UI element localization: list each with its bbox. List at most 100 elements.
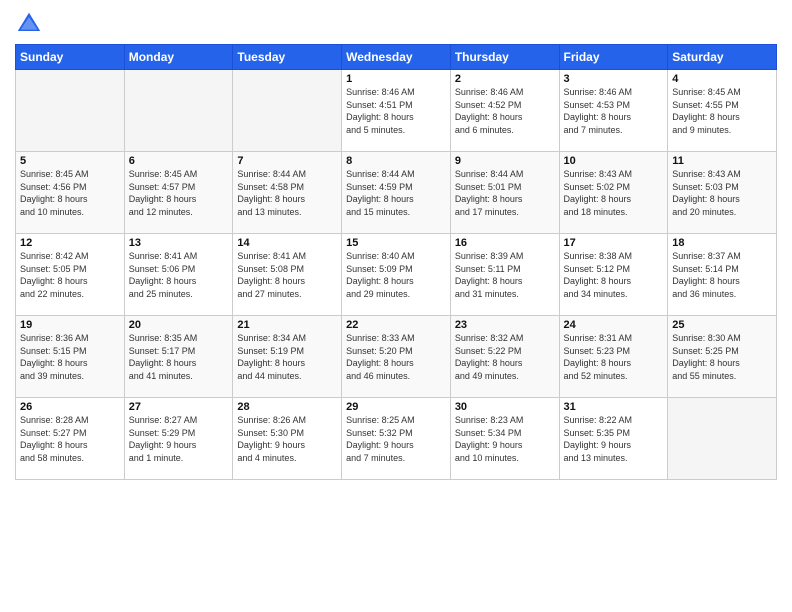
day-info: Sunrise: 8:46 AM Sunset: 4:52 PM Dayligh… <box>455 86 555 136</box>
day-info: Sunrise: 8:46 AM Sunset: 4:51 PM Dayligh… <box>346 86 446 136</box>
weekday-header-wednesday: Wednesday <box>342 45 451 70</box>
day-info: Sunrise: 8:39 AM Sunset: 5:11 PM Dayligh… <box>455 250 555 300</box>
weekday-header-friday: Friday <box>559 45 668 70</box>
day-info: Sunrise: 8:45 AM Sunset: 4:57 PM Dayligh… <box>129 168 229 218</box>
day-info: Sunrise: 8:37 AM Sunset: 5:14 PM Dayligh… <box>672 250 772 300</box>
day-number: 26 <box>20 401 120 413</box>
calendar-cell: 11Sunrise: 8:43 AM Sunset: 5:03 PM Dayli… <box>668 152 777 234</box>
calendar-cell: 22Sunrise: 8:33 AM Sunset: 5:20 PM Dayli… <box>342 316 451 398</box>
weekday-header-monday: Monday <box>124 45 233 70</box>
day-info: Sunrise: 8:45 AM Sunset: 4:55 PM Dayligh… <box>672 86 772 136</box>
day-number: 31 <box>564 401 664 413</box>
week-row-3: 12Sunrise: 8:42 AM Sunset: 5:05 PM Dayli… <box>16 234 777 316</box>
logo-icon <box>15 10 43 38</box>
logo <box>15 10 47 38</box>
day-info: Sunrise: 8:28 AM Sunset: 5:27 PM Dayligh… <box>20 414 120 464</box>
calendar-cell: 9Sunrise: 8:44 AM Sunset: 5:01 PM Daylig… <box>450 152 559 234</box>
calendar-cell: 29Sunrise: 8:25 AM Sunset: 5:32 PM Dayli… <box>342 398 451 480</box>
calendar-cell: 27Sunrise: 8:27 AM Sunset: 5:29 PM Dayli… <box>124 398 233 480</box>
weekday-header-saturday: Saturday <box>668 45 777 70</box>
calendar-cell <box>124 70 233 152</box>
day-info: Sunrise: 8:46 AM Sunset: 4:53 PM Dayligh… <box>564 86 664 136</box>
day-number: 11 <box>672 155 772 167</box>
day-info: Sunrise: 8:34 AM Sunset: 5:19 PM Dayligh… <box>237 332 337 382</box>
calendar-cell <box>233 70 342 152</box>
day-number: 3 <box>564 73 664 85</box>
day-number: 7 <box>237 155 337 167</box>
day-number: 15 <box>346 237 446 249</box>
day-info: Sunrise: 8:22 AM Sunset: 5:35 PM Dayligh… <box>564 414 664 464</box>
weekday-header-tuesday: Tuesday <box>233 45 342 70</box>
calendar-container: SundayMondayTuesdayWednesdayThursdayFrid… <box>0 0 792 490</box>
calendar-cell: 2Sunrise: 8:46 AM Sunset: 4:52 PM Daylig… <box>450 70 559 152</box>
calendar-cell: 1Sunrise: 8:46 AM Sunset: 4:51 PM Daylig… <box>342 70 451 152</box>
day-info: Sunrise: 8:40 AM Sunset: 5:09 PM Dayligh… <box>346 250 446 300</box>
calendar-cell <box>16 70 125 152</box>
day-info: Sunrise: 8:23 AM Sunset: 5:34 PM Dayligh… <box>455 414 555 464</box>
calendar-table: SundayMondayTuesdayWednesdayThursdayFrid… <box>15 44 777 480</box>
day-number: 27 <box>129 401 229 413</box>
day-info: Sunrise: 8:41 AM Sunset: 5:08 PM Dayligh… <box>237 250 337 300</box>
day-number: 22 <box>346 319 446 331</box>
weekday-row: SundayMondayTuesdayWednesdayThursdayFrid… <box>16 45 777 70</box>
calendar-cell: 16Sunrise: 8:39 AM Sunset: 5:11 PM Dayli… <box>450 234 559 316</box>
calendar-cell: 31Sunrise: 8:22 AM Sunset: 5:35 PM Dayli… <box>559 398 668 480</box>
day-info: Sunrise: 8:26 AM Sunset: 5:30 PM Dayligh… <box>237 414 337 464</box>
day-number: 21 <box>237 319 337 331</box>
day-info: Sunrise: 8:42 AM Sunset: 5:05 PM Dayligh… <box>20 250 120 300</box>
day-number: 19 <box>20 319 120 331</box>
day-info: Sunrise: 8:44 AM Sunset: 4:59 PM Dayligh… <box>346 168 446 218</box>
day-number: 28 <box>237 401 337 413</box>
calendar-header: SundayMondayTuesdayWednesdayThursdayFrid… <box>16 45 777 70</box>
day-number: 16 <box>455 237 555 249</box>
day-number: 8 <box>346 155 446 167</box>
day-number: 13 <box>129 237 229 249</box>
calendar-cell: 12Sunrise: 8:42 AM Sunset: 5:05 PM Dayli… <box>16 234 125 316</box>
weekday-header-sunday: Sunday <box>16 45 125 70</box>
calendar-body: 1Sunrise: 8:46 AM Sunset: 4:51 PM Daylig… <box>16 70 777 480</box>
calendar-cell: 14Sunrise: 8:41 AM Sunset: 5:08 PM Dayli… <box>233 234 342 316</box>
day-info: Sunrise: 8:35 AM Sunset: 5:17 PM Dayligh… <box>129 332 229 382</box>
week-row-4: 19Sunrise: 8:36 AM Sunset: 5:15 PM Dayli… <box>16 316 777 398</box>
day-info: Sunrise: 8:32 AM Sunset: 5:22 PM Dayligh… <box>455 332 555 382</box>
day-info: Sunrise: 8:44 AM Sunset: 4:58 PM Dayligh… <box>237 168 337 218</box>
day-number: 6 <box>129 155 229 167</box>
day-number: 4 <box>672 73 772 85</box>
day-number: 5 <box>20 155 120 167</box>
calendar-cell: 18Sunrise: 8:37 AM Sunset: 5:14 PM Dayli… <box>668 234 777 316</box>
weekday-header-thursday: Thursday <box>450 45 559 70</box>
day-number: 17 <box>564 237 664 249</box>
day-info: Sunrise: 8:43 AM Sunset: 5:02 PM Dayligh… <box>564 168 664 218</box>
day-number: 29 <box>346 401 446 413</box>
header <box>15 10 777 38</box>
day-number: 18 <box>672 237 772 249</box>
week-row-1: 1Sunrise: 8:46 AM Sunset: 4:51 PM Daylig… <box>16 70 777 152</box>
calendar-cell: 24Sunrise: 8:31 AM Sunset: 5:23 PM Dayli… <box>559 316 668 398</box>
calendar-cell: 25Sunrise: 8:30 AM Sunset: 5:25 PM Dayli… <box>668 316 777 398</box>
day-number: 25 <box>672 319 772 331</box>
day-number: 20 <box>129 319 229 331</box>
day-number: 24 <box>564 319 664 331</box>
calendar-cell <box>668 398 777 480</box>
day-number: 1 <box>346 73 446 85</box>
week-row-2: 5Sunrise: 8:45 AM Sunset: 4:56 PM Daylig… <box>16 152 777 234</box>
calendar-cell: 5Sunrise: 8:45 AM Sunset: 4:56 PM Daylig… <box>16 152 125 234</box>
day-info: Sunrise: 8:25 AM Sunset: 5:32 PM Dayligh… <box>346 414 446 464</box>
day-info: Sunrise: 8:43 AM Sunset: 5:03 PM Dayligh… <box>672 168 772 218</box>
day-number: 12 <box>20 237 120 249</box>
calendar-cell: 15Sunrise: 8:40 AM Sunset: 5:09 PM Dayli… <box>342 234 451 316</box>
day-info: Sunrise: 8:38 AM Sunset: 5:12 PM Dayligh… <box>564 250 664 300</box>
day-info: Sunrise: 8:27 AM Sunset: 5:29 PM Dayligh… <box>129 414 229 464</box>
day-number: 10 <box>564 155 664 167</box>
calendar-cell: 23Sunrise: 8:32 AM Sunset: 5:22 PM Dayli… <box>450 316 559 398</box>
day-info: Sunrise: 8:33 AM Sunset: 5:20 PM Dayligh… <box>346 332 446 382</box>
week-row-5: 26Sunrise: 8:28 AM Sunset: 5:27 PM Dayli… <box>16 398 777 480</box>
day-number: 14 <box>237 237 337 249</box>
day-info: Sunrise: 8:30 AM Sunset: 5:25 PM Dayligh… <box>672 332 772 382</box>
calendar-cell: 3Sunrise: 8:46 AM Sunset: 4:53 PM Daylig… <box>559 70 668 152</box>
day-number: 9 <box>455 155 555 167</box>
day-info: Sunrise: 8:44 AM Sunset: 5:01 PM Dayligh… <box>455 168 555 218</box>
day-number: 23 <box>455 319 555 331</box>
day-info: Sunrise: 8:36 AM Sunset: 5:15 PM Dayligh… <box>20 332 120 382</box>
day-number: 2 <box>455 73 555 85</box>
